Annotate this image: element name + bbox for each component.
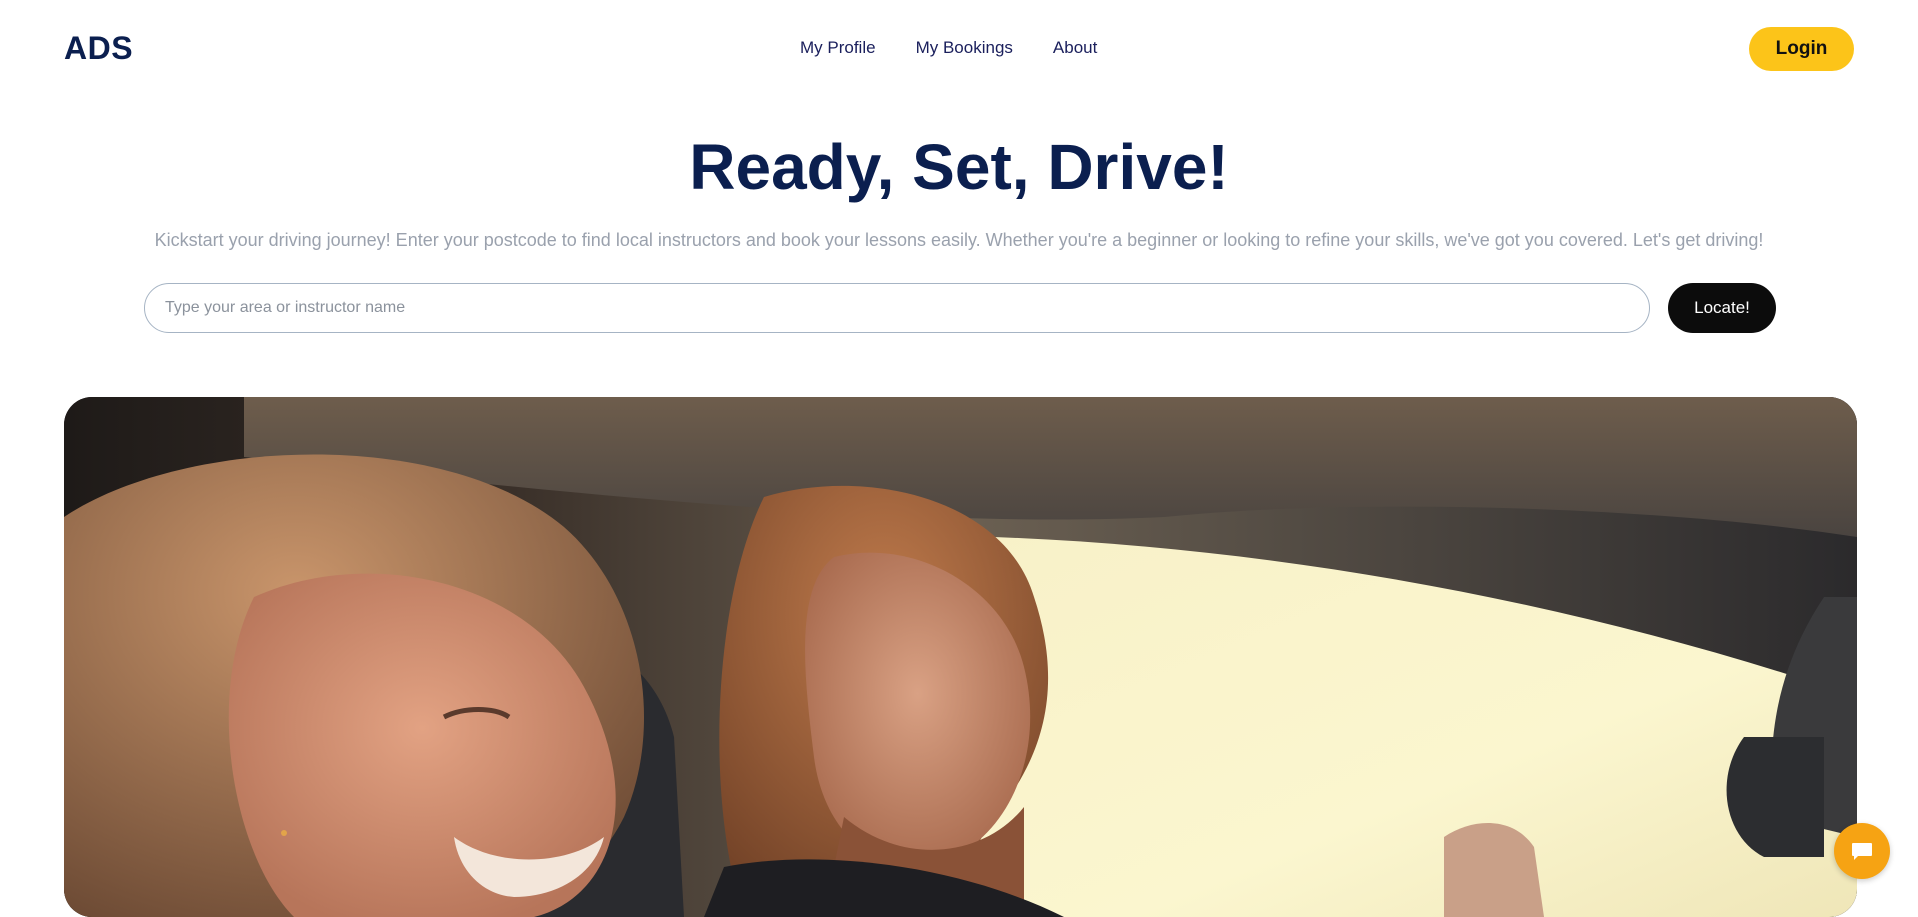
chat-button[interactable] [1834,823,1890,879]
main-nav: My Profile My Bookings About [800,38,1097,58]
locate-button[interactable]: Locate! [1668,283,1776,333]
site-header: ADS My Profile My Bookings About Login [0,0,1918,100]
chat-bubble-icon [1852,843,1872,860]
logo[interactable]: ADS [64,30,133,67]
hero-title: Ready, Set, Drive! [689,131,1229,203]
hero-photo [64,397,1857,917]
nav-my-bookings[interactable]: My Bookings [916,38,1013,58]
nav-about[interactable]: About [1053,38,1097,58]
login-button[interactable]: Login [1749,27,1854,71]
hero-subtitle: Kickstart your driving journey! Enter yo… [154,230,1764,250]
search-input[interactable] [144,283,1650,333]
search-row: Locate! [144,283,1776,333]
nav-my-profile[interactable]: My Profile [800,38,876,58]
hero-photo-illustration [64,397,1857,917]
